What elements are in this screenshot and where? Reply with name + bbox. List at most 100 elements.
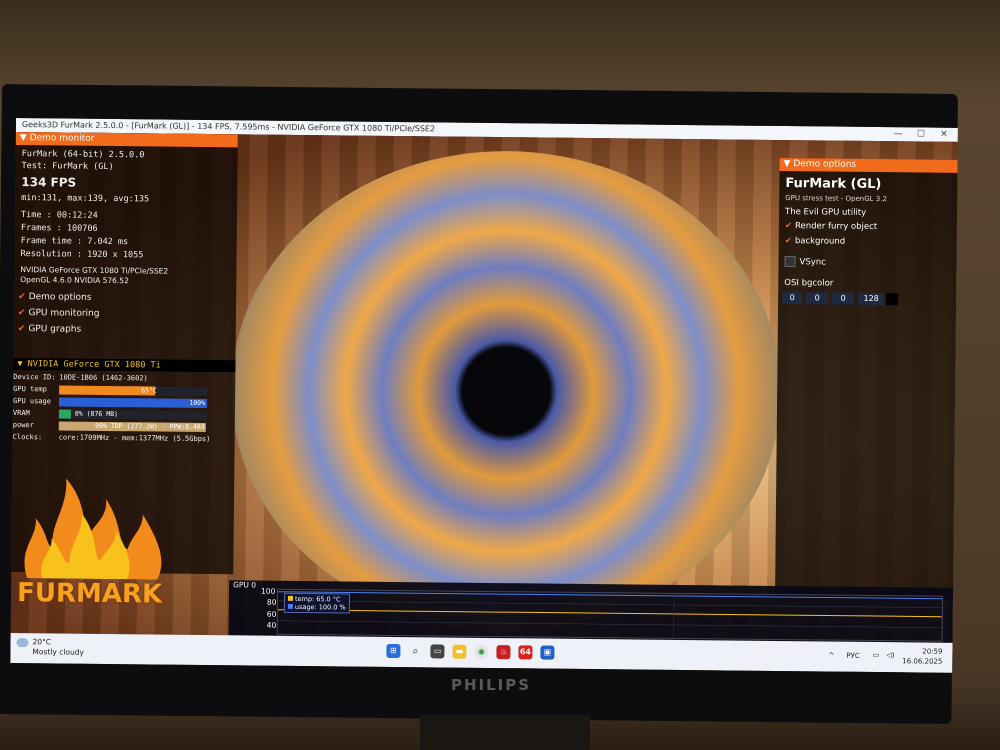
- checkmark-icon: ✔: [17, 308, 26, 319]
- osi-bgcolor-label: OSI bgcolor: [784, 278, 834, 289]
- collapse-triangle-icon: ▼: [17, 359, 28, 370]
- checkbox-label: GPU monitoring: [28, 308, 100, 319]
- graph-legend: temp: 65.0 °C usage: 100.0 %: [283, 592, 350, 614]
- flame-icon: [24, 478, 162, 580]
- power-bar: 99% TDP (277.2W) - PPW:0.483: [58, 421, 207, 433]
- tray-chevron-icon[interactable]: ^: [828, 652, 834, 660]
- close-button[interactable]: ✕: [934, 128, 954, 142]
- gpu-usage-value: 100%: [189, 398, 206, 407]
- clocks-value: core:1709MHz - mem:1377MHz (5.5Gbps): [58, 433, 211, 444]
- device-id-label: Device ID:: [13, 372, 56, 382]
- clock-date: 16.06.2025: [902, 657, 943, 666]
- osi-b-field[interactable]: 0: [832, 292, 855, 305]
- gpu-temp-bar: 65°C: [59, 385, 208, 397]
- language-indicator[interactable]: РУС: [846, 652, 859, 660]
- resolution-readout: Resolution : 1920 x 1055: [20, 249, 144, 261]
- osi-color-swatch[interactable]: [886, 293, 899, 306]
- furmark64-taskbar-icon[interactable]: 64: [518, 645, 533, 660]
- furry-donut-render: [228, 148, 784, 635]
- legend-swatch: [287, 595, 294, 601]
- render-furry-checkbox[interactable]: ✔ Render furry object: [785, 221, 877, 232]
- osi-r-field[interactable]: 0: [782, 292, 803, 305]
- logo-text: FURMARK: [16, 578, 163, 610]
- gpu-renderer: NVIDIA GeForce GTX 1080 Ti/PCIe/SSE2: [20, 265, 169, 276]
- gpu-temp-value: 65°C: [141, 386, 157, 395]
- volume-icon[interactable]: ◁): [886, 651, 894, 659]
- collapse-triangle-icon: ▼: [783, 159, 794, 170]
- task-view-icon[interactable]: ▭: [430, 644, 445, 659]
- background-checkbox[interactable]: ✔ background: [785, 236, 846, 247]
- vram-fill: [58, 409, 71, 419]
- usage-line: [278, 591, 943, 600]
- weather-temp: 20°C: [32, 637, 52, 647]
- device-id-row: Device ID: 10DE-1B06 (1462-3602): [13, 372, 235, 385]
- osi-a-field[interactable]: 128: [858, 292, 885, 306]
- demo-monitor-title: Demo monitor: [29, 133, 95, 144]
- demo-options-header[interactable]: ▼ Demo options: [779, 157, 958, 173]
- search-icon[interactable]: ⌕: [408, 644, 422, 658]
- system-clock[interactable]: 20:59 16.06.2025: [902, 646, 942, 666]
- checkbox-label: VSync: [799, 257, 826, 268]
- vram-bar: 8% (876 MB): [58, 409, 207, 421]
- maximize-button[interactable]: ☐: [911, 127, 931, 141]
- legend-usage: usage: 100.0 %: [287, 602, 346, 612]
- gpu-graphs-checkbox[interactable]: ✔ GPU graphs: [18, 324, 82, 335]
- gpu-temp-label: GPU temp: [13, 384, 47, 394]
- power-value: 99% TDP (277.2W) - PPW:0.483: [95, 421, 205, 431]
- demo-options-panel: ▼ Demo options FurMark (GL) GPU stress t…: [775, 157, 958, 600]
- vram-label: VRAM: [12, 408, 30, 418]
- furmark-logo: FURMARK: [17, 468, 168, 610]
- gpu-usage-bar: 100%: [58, 397, 208, 409]
- demo-title: FurMark (GL): [785, 176, 882, 193]
- demo-options-title: Demo options: [793, 159, 857, 170]
- empty-checkbox-icon: [784, 256, 796, 268]
- weather-widget[interactable]: 20°C Mostly cloudy: [16, 637, 84, 656]
- legend-usage-text: usage: 100.0 %: [294, 602, 346, 612]
- checkbox-label: background: [794, 236, 846, 247]
- opengl-version: OpenGL 4.6.0 NVIDIA 576.52: [20, 275, 129, 286]
- power-row: power 99% TDP (277.2W) - PPW:0.483: [13, 420, 235, 433]
- graph-tick-60: 60: [266, 609, 277, 619]
- furmark-taskbar-icon[interactable]: ♨: [496, 645, 511, 660]
- gpu-usage-row: GPU usage 100%: [13, 396, 235, 409]
- demo-options-checkbox[interactable]: ✔ Demo options: [18, 292, 91, 303]
- graph-plot-area: temp: 65.0 °C usage: 100.0 %: [276, 588, 944, 642]
- osi-g-field[interactable]: 0: [806, 292, 829, 305]
- legend-swatch: [287, 603, 293, 609]
- app-version: FurMark (64-bit) 2.5.0.0: [21, 149, 145, 161]
- demo-monitor-header[interactable]: ▼ Demo monitor: [15, 131, 238, 148]
- gpu-monitoring-checkbox[interactable]: ✔ GPU monitoring: [18, 308, 100, 319]
- graph-gpu-label: GPU 0: [233, 580, 257, 590]
- temp-line: [277, 609, 942, 618]
- minimize-button[interactable]: —: [888, 127, 908, 141]
- test-name: Test: FurMark (GL): [21, 161, 114, 173]
- vsync-checkbox[interactable]: VSync: [784, 256, 826, 268]
- gpu-usage-fill: [58, 397, 208, 409]
- checkmark-icon: ✔: [18, 292, 26, 303]
- active-app-icon[interactable]: ▣: [540, 645, 555, 660]
- checkbox-label: Render furry object: [794, 221, 878, 233]
- chrome-icon[interactable]: ◉: [474, 644, 489, 659]
- weather-text: Mostly cloudy: [32, 646, 85, 657]
- gpu-graph-panel: GPU 0 100 80 60 40 temp: 65.0 °C usage: …: [228, 580, 954, 644]
- window-controls: — ☐ ✕: [888, 127, 954, 142]
- window-title: Geeks3D FurMark 2.5.0.0 - [FurMark (GL)]…: [21, 120, 436, 134]
- graph-tick-100: 100: [261, 586, 276, 596]
- time-readout: Time : 00:12:24: [20, 210, 98, 221]
- graph-tick-40: 40: [266, 620, 277, 630]
- network-icon[interactable]: ▭: [872, 651, 879, 659]
- tagline: The Evil GPU utility: [785, 207, 867, 218]
- graph-lines: [277, 591, 943, 638]
- fps-readout: 134 FPS: [21, 175, 77, 190]
- clocks-label: Clocks:: [12, 432, 43, 442]
- gpu-temp-row: GPU temp 65°C: [13, 384, 235, 397]
- fps-minmax: min:131, max:139, avg:135: [21, 193, 150, 205]
- frametime-readout: Frame time : 7.042 ms: [20, 236, 129, 248]
- checkmark-icon: ✔: [17, 324, 26, 335]
- start-icon[interactable]: ⊞: [386, 643, 401, 659]
- grid-line: [277, 600, 942, 608]
- file-explorer-icon[interactable]: ▬: [452, 644, 467, 659]
- gpu-panel-header[interactable]: ▼ NVIDIA GeForce GTX 1080 Ti: [13, 357, 236, 373]
- checkmark-icon: ✔: [784, 221, 793, 232]
- checkbox-label: GPU graphs: [28, 324, 82, 335]
